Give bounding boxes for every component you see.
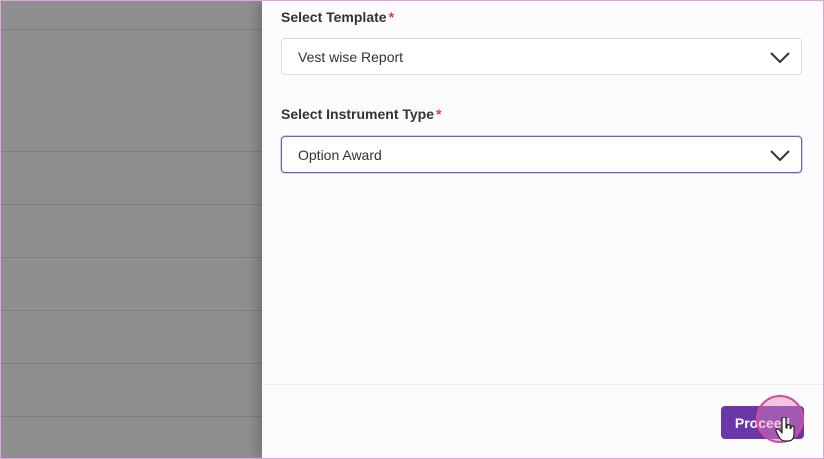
template-label: Select Template *	[281, 9, 394, 25]
app-frame: Select Template * Vest wise Report Select…	[0, 0, 824, 459]
instrument-label-text: Select Instrument Type	[281, 106, 435, 122]
template-label-text: Select Template	[281, 9, 387, 25]
chevron-down-icon	[770, 150, 790, 162]
divider	[1, 29, 262, 30]
divider	[1, 416, 262, 417]
instrument-label: Select Instrument Type *	[281, 106, 441, 122]
side-panel: Select Template * Vest wise Report Select…	[262, 1, 823, 458]
template-select-value: Vest wise Report	[298, 49, 404, 65]
template-select[interactable]: Vest wise Report	[281, 38, 802, 75]
divider	[1, 257, 262, 258]
instrument-type-select[interactable]: Option Award	[281, 136, 802, 173]
divider	[1, 204, 262, 205]
required-marker: *	[388, 9, 395, 25]
instrument-select-value: Option Award	[298, 147, 382, 163]
modal-backdrop[interactable]	[1, 1, 262, 458]
hand-pointer-icon	[775, 417, 795, 442]
divider	[1, 363, 262, 364]
divider	[1, 151, 262, 152]
footer-divider	[262, 384, 823, 385]
required-marker: *	[436, 106, 442, 122]
divider	[1, 310, 262, 311]
chevron-down-icon	[770, 52, 790, 64]
